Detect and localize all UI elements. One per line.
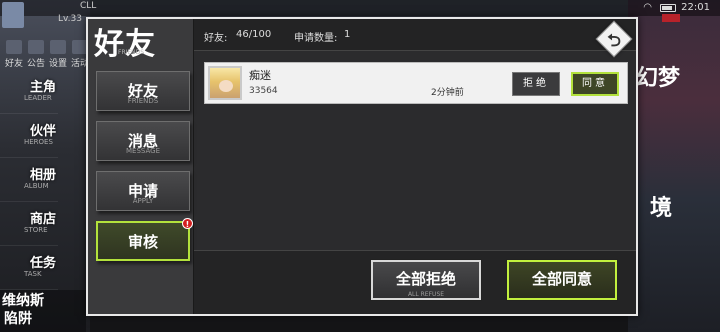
notice-icon bbox=[28, 40, 44, 54]
side-menu-task[interactable]: 任务 TASK bbox=[0, 246, 58, 290]
side-menu-heroes[interactable]: 伙伴 HEROES bbox=[0, 114, 58, 158]
tab-label: 审核 bbox=[127, 233, 158, 251]
alert-badge: ! bbox=[182, 218, 193, 229]
side-menu-album[interactable]: 相册 ALBUM bbox=[0, 158, 58, 202]
modal-sidebar: 好友 FRIENDS 好友 FRIENDS 消息 MESSAGE 申请 APPL… bbox=[88, 19, 194, 314]
bottom-left-banner[interactable]: 维纳斯 陷阱 bbox=[0, 290, 86, 332]
tab-messages[interactable]: 消息 MESSAGE bbox=[96, 121, 190, 161]
player-name: CLL bbox=[80, 1, 97, 11]
requester-name: 痴迷 bbox=[249, 69, 271, 82]
red-banner-deco bbox=[662, 14, 680, 22]
modal-title-en: FRIENDS bbox=[118, 49, 145, 56]
friends-count-label: 好友: bbox=[204, 33, 228, 44]
requests-count-value: 1 bbox=[344, 29, 351, 40]
accept-button[interactable]: 同意 bbox=[571, 72, 619, 96]
status-time: 22:01 bbox=[681, 2, 710, 13]
friends-icon bbox=[6, 40, 22, 54]
requests-count-label: 申请数量: bbox=[294, 33, 338, 44]
hud-friends-button[interactable]: 好友 bbox=[4, 40, 24, 69]
requester-id: 33564 bbox=[249, 86, 278, 96]
tab-label-en: MESSAGE bbox=[126, 147, 160, 155]
right-scene-background bbox=[628, 0, 720, 332]
player-avatar[interactable] bbox=[2, 2, 24, 28]
accept-all-button[interactable]: 全部同意 bbox=[507, 260, 617, 300]
tab-apply[interactable]: 申请 APPLY bbox=[96, 171, 190, 211]
request-time: 2分钟前 bbox=[431, 88, 464, 98]
hud-notice-button[interactable]: 公告 bbox=[26, 40, 46, 69]
reject-all-button[interactable]: 全部拒绝 ALL REFUSE bbox=[371, 260, 481, 300]
player-level: Lv.33 bbox=[58, 14, 82, 24]
tab-label-en: APPLY bbox=[132, 197, 154, 205]
side-menu-store[interactable]: 商店 STORE bbox=[0, 202, 58, 246]
status-bar: ◠ 22:01 bbox=[0, 0, 720, 16]
battery-icon bbox=[660, 4, 676, 12]
tab-friends[interactable]: 好友 FRIENDS bbox=[96, 71, 190, 111]
tab-review[interactable]: 审核 ! bbox=[96, 218, 193, 261]
tab-label-en: FRIENDS bbox=[127, 97, 159, 105]
friends-modal: 好友 FRIENDS 好友 FRIENDS 消息 MESSAGE 申请 APPL… bbox=[86, 17, 638, 316]
right-banner-text-1: 幻梦 bbox=[636, 66, 681, 91]
accept-all-label: 全部同意 bbox=[531, 270, 592, 288]
reject-button[interactable]: 拒绝 bbox=[512, 72, 560, 96]
modal-title: 好友 bbox=[94, 27, 156, 62]
right-banner-text-2: 境 bbox=[650, 196, 673, 221]
modal-footer: 全部拒绝 ALL REFUSE 全部同意 bbox=[194, 250, 636, 314]
background-side-menu: 主角 LEADER 伙伴 HEROES 相册 ALBUM 商店 STORE 任务… bbox=[0, 70, 58, 290]
friends-count-value: 46/100 bbox=[236, 29, 272, 40]
reject-all-label: 全部拒绝 bbox=[395, 270, 456, 288]
side-menu-leader[interactable]: 主角 LEADER bbox=[0, 70, 58, 114]
reject-all-label-en: ALL REFUSE bbox=[407, 291, 445, 298]
gear-icon bbox=[50, 40, 66, 54]
avatar[interactable] bbox=[208, 66, 242, 100]
modal-header: 好友: 46/100 申请数量: 1 bbox=[194, 19, 636, 51]
request-list: 痴迷 33564 2分钟前 拒绝 同意 bbox=[194, 52, 636, 252]
hud-settings-button[interactable]: 设置 bbox=[48, 40, 68, 69]
list-item: 痴迷 33564 2分钟前 拒绝 同意 bbox=[204, 62, 628, 104]
wifi-icon: ◠ bbox=[643, 2, 652, 13]
